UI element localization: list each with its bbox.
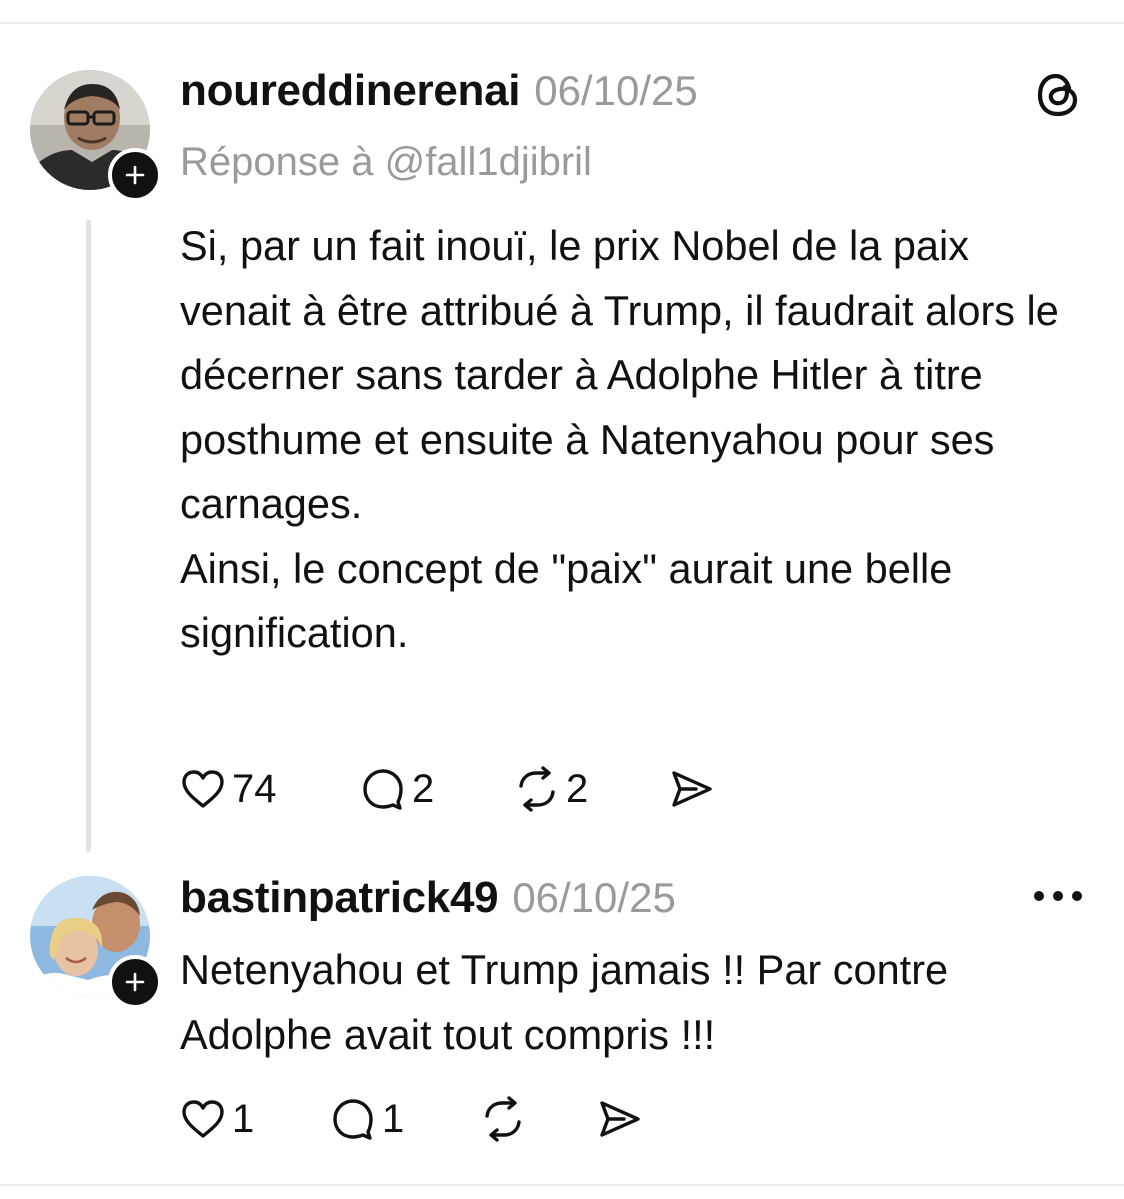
comment-icon — [333, 1099, 373, 1140]
send-icon — [600, 1101, 640, 1137]
reply-header: bastinpatrick49 06/10/25 — [180, 873, 676, 923]
post-actions: 74 2 2 — [178, 764, 716, 814]
like-button[interactable]: 74 — [178, 764, 358, 814]
post-header: noureddinerenai 06/10/25 — [180, 66, 698, 116]
share-button[interactable] — [594, 1094, 644, 1144]
repost-icon — [485, 1096, 521, 1142]
thread-connector-line — [86, 220, 91, 852]
reply-to-label[interactable]: Réponse à @fall1djibril — [180, 140, 592, 185]
top-divider — [0, 22, 1124, 24]
post-paragraph: Ainsi, le concept de "paix" aurait une b… — [180, 544, 953, 657]
like-count: 1 — [232, 1096, 255, 1141]
share-button[interactable] — [666, 764, 716, 814]
reply-date: 06/10/25 — [512, 874, 676, 921]
threads-logo-icon[interactable] — [1034, 70, 1082, 120]
repost-count: 2 — [566, 766, 589, 811]
plus-icon — [125, 972, 145, 992]
post-date: 06/10/25 — [534, 67, 698, 114]
reply-paragraph: Netenyahou et Trump jamais !! Par contre… — [180, 946, 949, 1058]
follow-button[interactable] — [108, 955, 162, 1009]
repost-button[interactable]: 2 — [512, 764, 666, 814]
repost-icon — [519, 766, 555, 812]
like-count: 74 — [232, 766, 277, 811]
heart-icon — [182, 770, 224, 808]
like-button[interactable]: 1 — [178, 1094, 328, 1144]
bottom-divider — [0, 1184, 1124, 1186]
comment-icon — [363, 769, 403, 810]
post-body: Si, par un fait inouï, le prix Nobel de … — [180, 214, 1060, 666]
heart-icon — [182, 1100, 224, 1138]
more-options-icon[interactable] — [1034, 884, 1082, 908]
comment-button[interactable]: 1 — [328, 1094, 478, 1144]
reply-count: 1 — [382, 1096, 405, 1141]
post-paragraph: Si, par un fait inouï, le prix Nobel de … — [180, 222, 1059, 527]
reply-body: Netenyahou et Trump jamais !! Par contre… — [180, 938, 1060, 1067]
comment-button[interactable]: 2 — [358, 764, 512, 814]
plus-icon — [125, 165, 145, 185]
send-icon — [672, 771, 712, 807]
follow-button[interactable] — [108, 148, 162, 202]
username[interactable]: noureddinerenai — [180, 66, 521, 116]
repost-button[interactable] — [478, 1094, 594, 1144]
reply-count: 2 — [412, 766, 435, 811]
username[interactable]: bastinpatrick49 — [180, 873, 499, 923]
reply-actions: 1 1 — [178, 1094, 644, 1144]
